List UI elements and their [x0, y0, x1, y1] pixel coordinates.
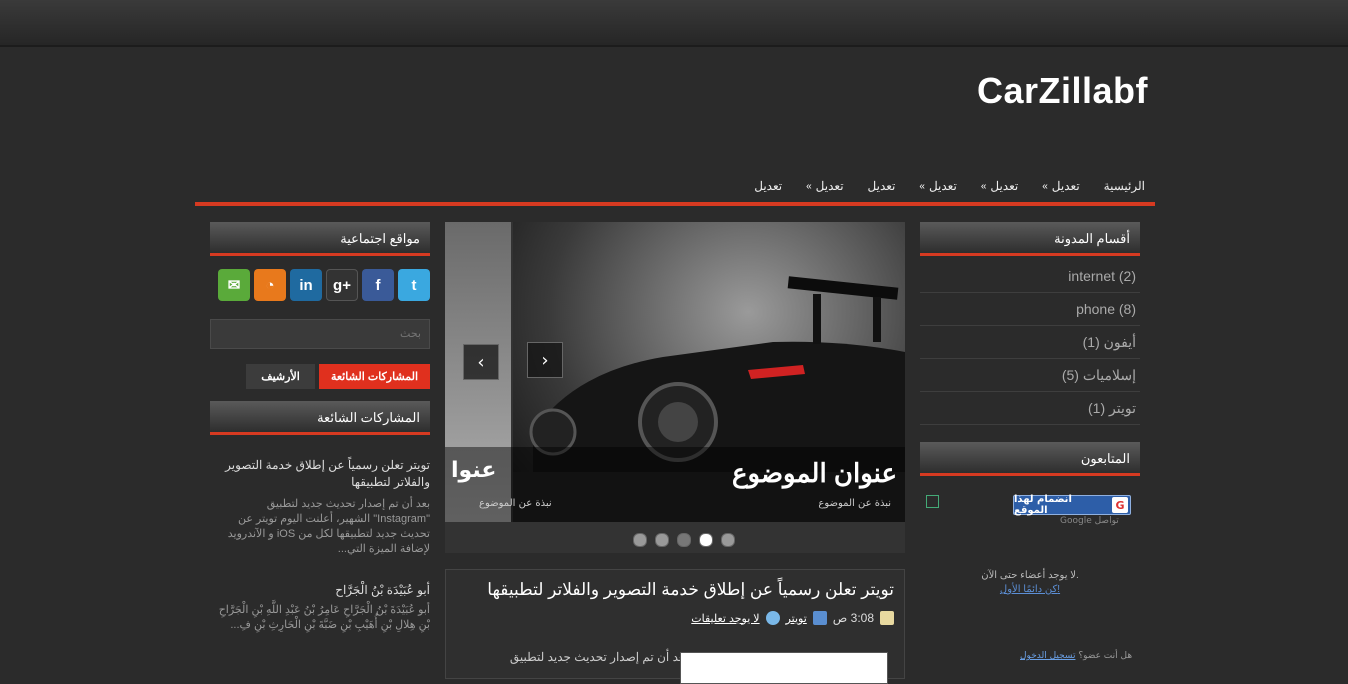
calendar-icon	[880, 611, 894, 625]
nav-item-label: تعديل	[928, 179, 957, 193]
popular-post-snippet: بعد أن تم إصدار تحديث جديد لتطبيق "Insta…	[227, 498, 430, 555]
slider-dot[interactable]	[633, 533, 647, 547]
post-label-link[interactable]: تويتر	[786, 612, 807, 625]
social-icons: ✉ ◔ in g+ f t	[218, 269, 430, 301]
slider-prev-arrow-icon[interactable]: ‹	[463, 344, 499, 380]
nav-underline	[195, 202, 1155, 206]
tab-popular[interactable]: المشاركات الشائعة	[319, 364, 430, 389]
twitter-icon[interactable]: t	[398, 269, 430, 301]
post-thumbnail[interactable]	[680, 652, 888, 684]
dropdown-arrow-icon: »	[980, 180, 987, 192]
categories-widget-title: أقسام المدونة	[920, 222, 1140, 256]
nav-item-label: تعديل	[1051, 179, 1080, 193]
comment-icon	[765, 611, 780, 625]
login-line: هل أنت عضو؟ تسجيل الدخول	[1020, 651, 1132, 661]
follow-site-button[interactable]: انضمام لهذا الموقع G	[1013, 494, 1131, 516]
folder-icon	[812, 611, 827, 625]
prev-slide-caption-title: عنوا	[451, 458, 497, 483]
prev-slide-caption-text: نبذة عن الموضوع	[479, 498, 552, 509]
category-item[interactable]: إسلاميات (5)	[920, 359, 1140, 392]
slider-dot[interactable]	[699, 533, 713, 547]
dropdown-arrow-icon: »	[1042, 180, 1048, 192]
slider-next-arrow-icon[interactable]: ›	[527, 342, 563, 378]
main-nav: الرئيسية تعديل» تعديل» تعديل» تعديل تعديل» تعد…	[195, 170, 1155, 202]
popular-post: أبو عُبَيْدَة بْنُ الْجَرَّاح أبو عُبَيْ…	[218, 582, 430, 633]
post-comments-link[interactable]: لا يوجد تعليقات	[691, 612, 759, 625]
nav-item[interactable]: تعديل	[754, 179, 782, 193]
slide-caption-text: نبذة عن الموضوع	[818, 498, 891, 509]
login-prompt: هل أنت عضو؟	[1078, 651, 1133, 661]
facebook-icon[interactable]: f	[362, 269, 394, 301]
nav-item[interactable]: تعديل»	[1042, 179, 1079, 193]
search-input[interactable]	[210, 319, 430, 349]
popular-widget-title: المشاركات الشائعة	[210, 401, 430, 435]
be-first-link[interactable]: كن دائمًا الأول!	[960, 584, 1100, 595]
email-icon[interactable]: ✉	[218, 269, 250, 301]
categories-list: internet (2) phone (8) أيفون (1) إسلاميات (…	[920, 260, 1140, 425]
social-widget-title: مواقع اجتماعية	[210, 222, 430, 256]
nav-item-label: تعديل	[867, 179, 896, 193]
tab-archive[interactable]: الأرشيف	[246, 364, 315, 389]
nav-item[interactable]: تعديل»	[919, 179, 956, 193]
slide-caption-title[interactable]: عنوان الموضوع	[732, 458, 897, 489]
no-members-text: لا يوجد أعضاء حتى الآن.	[981, 570, 1079, 581]
post-time: 3:08 ص	[832, 611, 874, 625]
followers-widget-title: المتابعون	[920, 442, 1140, 476]
no-members-box: لا يوجد أعضاء حتى الآن. كن دائمًا الأول!	[960, 570, 1100, 595]
nav-item[interactable]: تعديل»	[981, 179, 1018, 193]
category-item[interactable]: تويتر (1)	[920, 392, 1140, 425]
gfc-label: Google تواصل	[1060, 516, 1119, 526]
login-link[interactable]: تسجيل الدخول	[1020, 651, 1075, 661]
linkedin-icon[interactable]: in	[290, 269, 322, 301]
google-friend-connect-icon: G	[1112, 497, 1128, 513]
slider-dot[interactable]	[721, 533, 735, 547]
nav-item[interactable]: تعديل»	[806, 179, 843, 193]
rss-icon[interactable]: ◔	[254, 269, 286, 301]
dropdown-arrow-icon: »	[919, 180, 925, 192]
nav-item-label: تعديل	[990, 179, 1019, 193]
google-plus-icon[interactable]: g+	[326, 269, 358, 301]
popular-post-snippet: أبو عُبَيْدَةَ بْنُ الْجَرَّاحِ عَامِرُ …	[218, 604, 430, 631]
dropdown-arrow-icon: »	[806, 180, 812, 192]
popular-post-title[interactable]: تويتر تعلن رسمياً عن إطلاق خدمة التصوير …	[218, 457, 430, 491]
nav-item[interactable]: تعديل	[868, 179, 896, 193]
slider-dots	[633, 533, 735, 547]
nav-item[interactable]: الرئيسية	[1104, 179, 1145, 193]
slider-dot[interactable]	[655, 533, 669, 547]
category-item[interactable]: أيفون (1)	[920, 326, 1140, 359]
site-logo[interactable]: CarZillabf	[977, 70, 1148, 112]
category-item[interactable]: internet (2)	[920, 260, 1140, 293]
expand-icon[interactable]	[926, 495, 939, 508]
post-title[interactable]: تويتر تعلن رسمياً عن إطلاق خدمة التصوير …	[487, 580, 894, 600]
featured-slider: عنوان الموضوع عنوا نبذة عن الموضوع نبذة …	[445, 222, 905, 553]
post-card: تويتر تعلن رسمياً عن إطلاق خدمة التصوير …	[445, 569, 905, 684]
post-meta: 3:08 ص تويتر لا يوجد تعليقات	[691, 611, 894, 625]
follow-button-label: انضمام لهذا الموقع	[1014, 494, 1072, 516]
nav-item-label: تعديل	[815, 179, 844, 193]
nav-item-label: الرئيسية	[1103, 179, 1145, 193]
nav-item-label: تعديل	[754, 179, 783, 193]
popular-post: تويتر تعلن رسمياً عن إطلاق خدمة التصوير …	[218, 457, 430, 557]
top-bar	[0, 0, 1348, 47]
popular-post-title[interactable]: أبو عُبَيْدَة بْنُ الْجَرَّاح	[218, 582, 430, 599]
post-snippet: بعد أن تم إصدار تحديث جديد لتطبيق	[509, 650, 688, 664]
slider-dot[interactable]	[677, 533, 691, 547]
category-item[interactable]: phone (8)	[920, 293, 1140, 326]
